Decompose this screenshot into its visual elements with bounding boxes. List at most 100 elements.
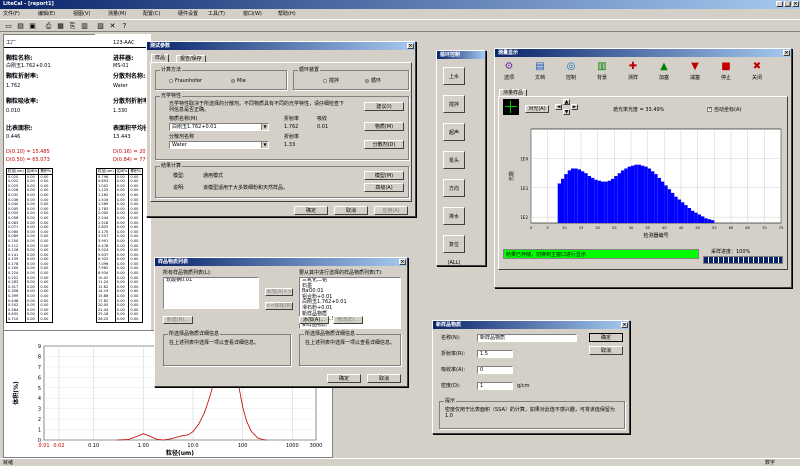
loop-button-3[interactable]: 泵头	[443, 151, 465, 169]
nm-density-input[interactable]: 1	[477, 382, 513, 390]
menu-item-1[interactable]: 编辑(E)	[38, 11, 55, 17]
loop-button-4[interactable]: 方向	[443, 179, 465, 197]
measure-tool-label: 减塞	[690, 75, 701, 81]
advanced-button[interactable]: 高级(A)	[364, 183, 404, 192]
menu-item-6[interactable]: 工具(T)	[208, 11, 225, 17]
y-tick-label: 2	[38, 417, 41, 423]
radio-fraunhofer[interactable]: Fraunhofer	[169, 78, 202, 84]
d10-value: D(0.10) = 15.485	[6, 149, 50, 155]
menu-item-0[interactable]: 文件(F)	[3, 11, 20, 17]
measure-icon[interactable]: ✚	[627, 61, 639, 73]
nm-cancel-button[interactable]: 取消	[589, 346, 623, 355]
copy-icon[interactable]: ⎘	[67, 21, 78, 30]
apply-button[interactable]: 应用(A)	[374, 206, 408, 215]
loop-button-6[interactable]: 复位(ALL)	[443, 235, 465, 266]
table-row: 0.399 0.00 0.00	[6, 294, 53, 299]
help-icon[interactable]: ?	[119, 21, 130, 30]
data-point	[162, 439, 164, 441]
menu-item-2[interactable]: 视图(V)	[73, 11, 90, 17]
chevron-down-icon[interactable]: ▼	[261, 124, 268, 130]
list-ok-button[interactable]: 确定	[327, 374, 361, 383]
new-icon[interactable]: ▭	[3, 21, 14, 30]
arrow-up-icon[interactable]: ▲	[563, 99, 570, 105]
loop-button-0[interactable]: 上水	[443, 67, 465, 85]
menu-item-3[interactable]: 测量(M)	[108, 11, 126, 17]
x-tick-label: 55	[712, 226, 717, 230]
new-material-title-bar: 新样品物质 ×	[433, 321, 629, 329]
list-cancel-button[interactable]: 取消	[367, 374, 401, 383]
table-row: 15.88 0.00 0.00	[96, 294, 143, 299]
size-table-2: 粒径(um) 区间% 累积% 0.796 0.00 0.00 0.893 0.00 0.00 1.…	[96, 168, 143, 323]
menu-item-8[interactable]: 帮助(H)	[278, 11, 296, 17]
model-button[interactable]: 模型(M)	[364, 171, 404, 180]
tab-sample[interactable]: 样品	[151, 54, 170, 62]
menu-item-5[interactable]: 硬件设置	[178, 11, 198, 17]
nm-density-unit: g/cm	[517, 383, 530, 389]
material-button[interactable]: 物质(M)	[364, 122, 404, 131]
paste-icon[interactable]: ▥	[79, 21, 90, 30]
subtract-icon[interactable]: ▼	[689, 61, 701, 73]
auto-adjust-checkbox[interactable]: ✓ 自动坐标(A)	[707, 107, 741, 113]
nm-ok-button[interactable]: 确定	[589, 333, 623, 342]
close-icon[interactable]: ×	[783, 50, 790, 56]
table-row: 2.244 0.00 0.00	[96, 215, 143, 221]
loop-button-5[interactable]: 排水	[443, 207, 465, 225]
material-select[interactable]: 白刚玉1.762+0.01 ▼	[169, 123, 269, 131]
suggest-button[interactable]: 建议(I)	[364, 102, 404, 111]
align-button[interactable]: 对光(A)	[525, 105, 549, 113]
energy-bar	[564, 174, 568, 223]
radio-stir[interactable]: 搅拌	[323, 78, 339, 84]
dispersant-select[interactable]: Water ▼	[169, 141, 269, 149]
background-icon[interactable]: ▥	[596, 61, 608, 73]
new-material-button[interactable]: 新建(N)...	[163, 316, 193, 324]
save-icon[interactable]: ▣	[27, 21, 38, 30]
options-icon[interactable]: ⚙	[503, 61, 515, 73]
menu-item-4[interactable]: 配置(C)	[143, 11, 160, 17]
add-to-list-button[interactable]: 添加(A)>>	[265, 288, 293, 296]
radio-loop[interactable]: 循环	[365, 78, 381, 84]
minimize-icon[interactable]: _	[776, 1, 783, 7]
arrow-right-icon[interactable]: ►	[571, 104, 578, 110]
close-icon[interactable]: ×	[621, 322, 628, 328]
loop-button-2[interactable]: 超声	[443, 123, 465, 141]
print-icon[interactable]: ⎙	[43, 21, 54, 30]
stop-icon[interactable]: ■	[720, 61, 732, 73]
close-icon[interactable]: ×	[399, 259, 406, 265]
menu-item-7[interactable]: 窗口(W)	[243, 11, 262, 17]
maximize-icon[interactable]: □	[784, 1, 791, 7]
delete-icon[interactable]: ✕	[107, 21, 118, 30]
nm-name-input[interactable]: 新样品物质	[477, 334, 577, 342]
arrow-down-icon[interactable]: ▼	[563, 109, 570, 115]
y-tick-label: 1E3	[520, 186, 528, 191]
radio-mie[interactable]: Mie	[231, 78, 246, 84]
add-icon[interactable]: ▲	[658, 61, 670, 73]
table-header-cell: 粒径(um)	[96, 168, 116, 175]
loop-control-title-bar: 循环控制	[437, 51, 485, 59]
table-row: 8.934 0.00 0.00	[96, 271, 143, 276]
document-icon[interactable]: ▤	[534, 61, 546, 73]
x-tick-label: 75	[779, 226, 784, 230]
list-item[interactable]: 软酸钠0.01	[164, 278, 258, 284]
edit-material-button[interactable]: 修改(E)...	[333, 316, 363, 324]
close-icon[interactable]: ×	[792, 1, 799, 7]
dispersant-button[interactable]: 分散剂(D)	[364, 140, 404, 149]
detector-preview	[503, 99, 519, 115]
cancel-button[interactable]: 取消	[334, 206, 368, 215]
close-icon[interactable]: ×	[407, 43, 414, 49]
loop-button-1[interactable]: 搅拌	[443, 95, 465, 113]
data-point	[198, 424, 199, 425]
ok-button[interactable]: 确定	[294, 206, 328, 215]
control-icon[interactable]: ◎	[565, 61, 577, 73]
chevron-down-icon[interactable]: ▼	[261, 142, 268, 148]
nm-refr-input[interactable]: 1.5	[477, 350, 513, 358]
all-materials-list[interactable]: 软酸钠0.01	[163, 277, 259, 309]
nm-abs-input[interactable]: 0	[477, 366, 513, 374]
table-row: 0.126 0.00 0.00	[6, 248, 53, 253]
remove-from-list-button[interactable]: <<移除(R)	[265, 302, 293, 310]
report-icon[interactable]: ▧	[95, 21, 106, 30]
arrow-left-icon[interactable]: ◄	[555, 104, 562, 110]
open-icon[interactable]: ▤	[15, 21, 26, 30]
preview-icon[interactable]: ▦	[55, 21, 66, 30]
add-material-button[interactable]: 添加(A)...	[299, 316, 329, 324]
close-icon[interactable]: ✖	[751, 61, 763, 73]
